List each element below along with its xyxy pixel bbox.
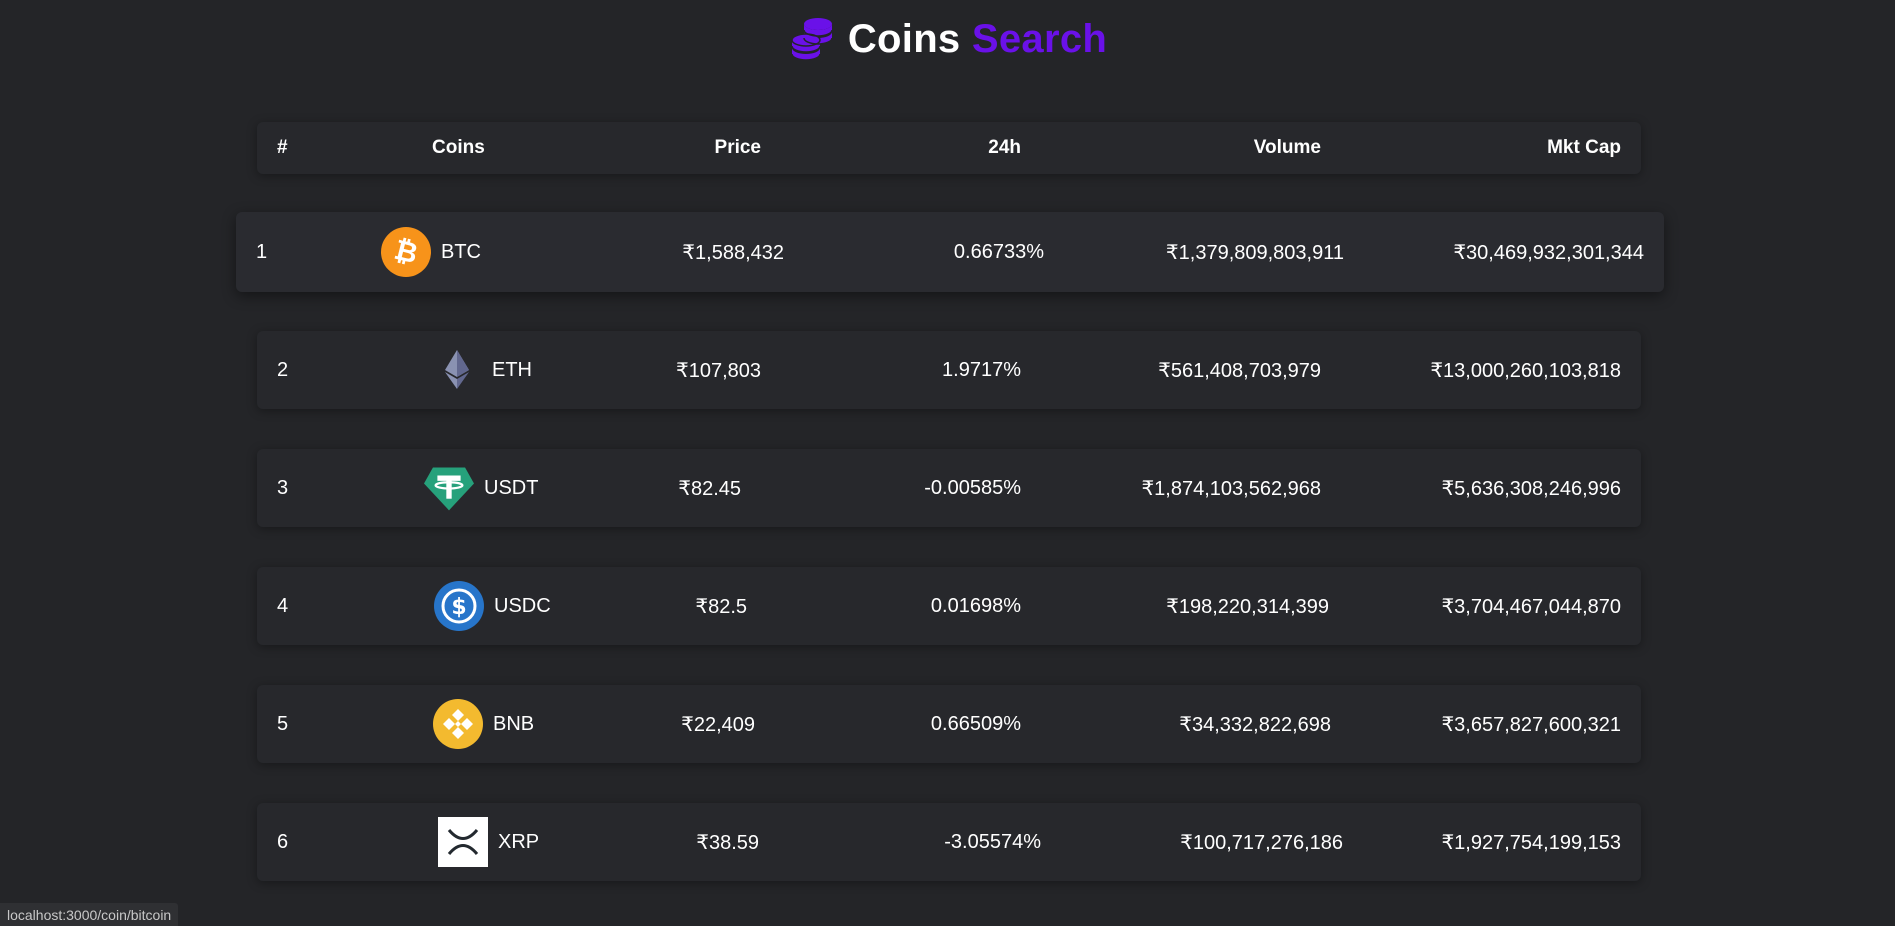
ethereum-icon <box>432 345 482 395</box>
xrp-icon <box>438 817 488 867</box>
row-rank: 4 <box>277 594 289 617</box>
row-coin: ₿ BTC <box>381 212 481 292</box>
row-volume: ₹198,220,314,399 <box>1166 595 1329 618</box>
row-rank: 1 <box>256 240 268 263</box>
coin-symbol: USDT <box>484 476 539 499</box>
svg-text:$: $ <box>451 595 466 620</box>
row-coin: $ USDC <box>434 567 551 645</box>
header-volume: Volume <box>1253 137 1321 158</box>
row-coin: ETH <box>432 331 532 409</box>
coin-symbol: USDC <box>494 594 551 617</box>
row-mkt-cap: ₹13,000,260,103,818 <box>1430 359 1621 382</box>
row-price: ₹38.59 <box>696 831 759 854</box>
coin-symbol: ETH <box>492 358 532 381</box>
row-24h-change: 1.9717% <box>942 358 1021 381</box>
row-price: ₹82.5 <box>695 595 747 618</box>
table-row[interactable]: 1 ₿ BTC ₹1,588,432 0.66733% ₹1,379,809,8… <box>236 212 1664 292</box>
row-24h-change: -3.05574% <box>944 830 1041 853</box>
table-header-row: # Coins Price 24h Volume Mkt Cap <box>257 122 1641 174</box>
row-rank: 3 <box>277 476 289 499</box>
row-mkt-cap: ₹3,704,467,044,870 <box>1441 595 1621 618</box>
title-main: Coins <box>847 16 961 61</box>
row-coin: USDT <box>424 449 538 527</box>
table-row[interactable]: 4 $ USDC ₹82.5 0.01698% ₹198,220,314,399… <box>257 567 1641 645</box>
row-24h-change: -0.00585% <box>924 476 1021 499</box>
header-price: Price <box>714 137 761 158</box>
title-accent: Search <box>971 16 1108 61</box>
row-mkt-cap: ₹30,469,932,301,344 <box>1453 241 1644 264</box>
header-coins: Coins <box>432 137 485 158</box>
row-24h-change: 0.01698% <box>930 594 1021 617</box>
row-coin: XRP <box>438 803 539 881</box>
row-mkt-cap: ₹3,657,827,600,321 <box>1441 713 1621 736</box>
row-price: ₹1,588,432 <box>682 241 784 264</box>
page: Coins Search # Coins Price 24h Volume Mk… <box>0 0 1895 926</box>
row-volume: ₹1,379,809,803,911 <box>1165 241 1344 264</box>
usd-coin-icon: $ <box>434 581 484 631</box>
row-24h-change: 0.66509% <box>930 712 1021 735</box>
tether-icon <box>424 463 474 513</box>
bitcoin-icon: ₿ <box>381 227 431 277</box>
header: Coins Search <box>0 14 1895 64</box>
row-24h-change: 0.66733% <box>953 240 1044 263</box>
bnb-icon <box>433 699 483 749</box>
table-row[interactable]: 6 XRP ₹38.59 -3.05574% ₹100,717,276,186 … <box>257 803 1641 881</box>
row-price: ₹82.45 <box>678 477 741 500</box>
row-rank: 2 <box>277 358 289 381</box>
header-mkt-cap: Mkt Cap <box>1547 137 1621 158</box>
row-volume: ₹561,408,703,979 <box>1158 359 1321 382</box>
row-coin: BNB <box>433 685 534 763</box>
row-volume: ₹100,717,276,186 <box>1180 831 1343 854</box>
table-row[interactable]: 3 USDT ₹82.45 -0.00585% ₹1,874,103,562,9… <box>257 449 1641 527</box>
table-row[interactable]: 2 ETH ₹107,803 1.9717% ₹561,408,703,979 … <box>257 331 1641 409</box>
row-rank: 6 <box>277 830 289 853</box>
coin-symbol: XRP <box>498 830 540 853</box>
row-volume: ₹34,332,822,698 <box>1179 713 1331 736</box>
page-title: Coins Search <box>848 17 1107 62</box>
row-volume: ₹1,874,103,562,968 <box>1141 477 1321 500</box>
row-rank: 5 <box>277 712 289 735</box>
header-24h: 24h <box>988 137 1021 158</box>
row-price: ₹22,409 <box>681 713 755 736</box>
row-price: ₹107,803 <box>675 359 761 382</box>
table-row[interactable]: 5 BNB ₹22,409 0.66509% ₹34,332,822,698 ₹… <box>257 685 1641 763</box>
status-bar-url: localhost:3000/coin/bitcoin <box>0 903 179 926</box>
row-mkt-cap: ₹5,636,308,246,996 <box>1441 477 1621 500</box>
coins-stack-icon <box>791 18 833 61</box>
coin-symbol: BNB <box>493 712 535 735</box>
header-rank: # <box>277 137 288 158</box>
row-mkt-cap: ₹1,927,754,199,153 <box>1441 831 1621 854</box>
coin-symbol: BTC <box>441 240 481 263</box>
